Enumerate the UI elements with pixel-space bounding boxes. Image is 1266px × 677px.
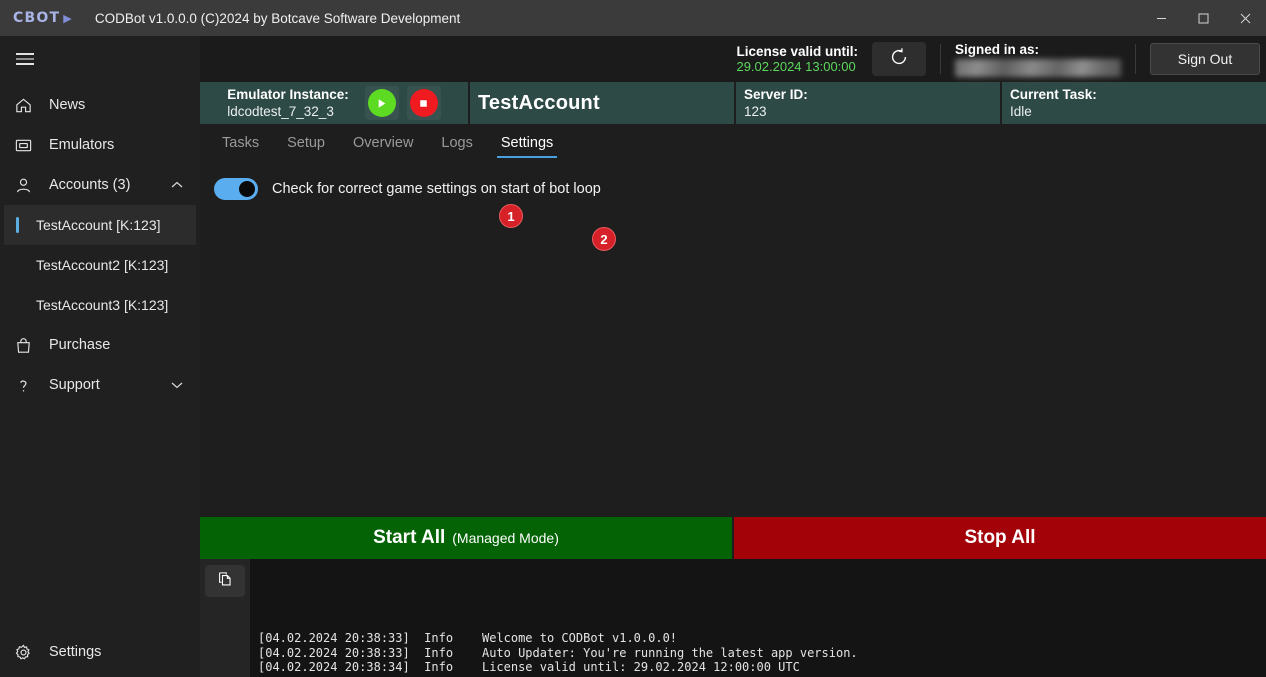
tab-bar: Tasks Setup Overview Logs Settings bbox=[200, 124, 1266, 156]
sign-out-button[interactable]: Sign Out bbox=[1150, 43, 1260, 75]
start-all-label: Start All bbox=[373, 527, 445, 549]
log-line: [04.02.2024 20:38:33] Info Auto Updater:… bbox=[258, 646, 1266, 661]
stop-instance-button[interactable] bbox=[407, 86, 441, 120]
setting-check-game-settings-row: Check for correct game settings on start… bbox=[200, 156, 1266, 200]
sidebar-item-label: Purchase bbox=[49, 337, 110, 353]
tab-overview[interactable]: Overview bbox=[339, 130, 427, 156]
tab-logs[interactable]: Logs bbox=[427, 130, 486, 156]
main-area: License valid until: 29.02.2024 13:00:00… bbox=[200, 36, 1266, 677]
emulator-label: Emulator Instance: bbox=[227, 87, 349, 103]
question-icon bbox=[14, 376, 42, 395]
current-task-panel: Current Task: Idle bbox=[1002, 82, 1266, 124]
sidebar-item-testaccount2[interactable]: TestAccount2 [K:123] bbox=[0, 245, 200, 285]
tab-setup[interactable]: Setup bbox=[273, 130, 339, 156]
chevron-down-icon bbox=[171, 377, 183, 393]
account-name: TestAccount bbox=[478, 92, 726, 115]
gear-icon bbox=[14, 643, 42, 662]
sidebar-item-label: News bbox=[49, 97, 85, 113]
copy-icon bbox=[216, 570, 234, 593]
signed-in-info: Signed in as: bbox=[955, 42, 1121, 77]
sidebar-item-label: Accounts (3) bbox=[49, 177, 130, 193]
emulator-value: ldcodtest_7_32_3 bbox=[227, 103, 349, 120]
selection-indicator bbox=[16, 217, 19, 233]
header-divider-2 bbox=[1135, 44, 1136, 74]
tab-tasks[interactable]: Tasks bbox=[208, 130, 273, 156]
stop-all-button[interactable]: Stop All bbox=[734, 517, 1266, 559]
license-value: 29.02.2024 13:00:00 bbox=[736, 59, 858, 75]
instance-controls bbox=[365, 86, 441, 120]
start-instance-button[interactable] bbox=[365, 86, 399, 120]
tab-settings[interactable]: Settings bbox=[487, 130, 567, 156]
sidebar-item-settings[interactable]: Settings bbox=[0, 632, 200, 672]
menu-toggle-button[interactable] bbox=[0, 36, 200, 82]
stop-icon bbox=[410, 89, 438, 117]
license-label: License valid until: bbox=[736, 44, 858, 59]
server-id-panel: Server ID: 123 bbox=[736, 82, 1000, 124]
maximize-button[interactable] bbox=[1182, 0, 1224, 36]
annotation-badge-2: 2 bbox=[592, 227, 616, 251]
start-all-mode-label: (Managed Mode) bbox=[452, 530, 559, 546]
sidebar-subitem-label: TestAccount [K:123] bbox=[36, 217, 161, 233]
toggle-knob bbox=[239, 181, 255, 197]
bag-icon bbox=[14, 336, 42, 355]
signed-in-label: Signed in as: bbox=[955, 42, 1121, 57]
sidebar-footer: Settings bbox=[0, 632, 200, 677]
close-button[interactable] bbox=[1224, 0, 1266, 36]
task-label: Current Task: bbox=[1010, 87, 1258, 103]
header-divider-1 bbox=[940, 44, 941, 74]
server-value: 123 bbox=[744, 103, 992, 120]
settings-panel: Check for correct game settings on start… bbox=[200, 156, 1266, 517]
check-game-settings-toggle[interactable] bbox=[214, 178, 258, 200]
task-value: Idle bbox=[1010, 103, 1258, 120]
global-action-bar: Start All (Managed Mode) Stop All bbox=[200, 517, 1266, 559]
window-title: CODBot v1.0.0.0 (C)2024 by Botcave Softw… bbox=[95, 11, 460, 26]
sidebar-item-accounts[interactable]: Accounts (3) bbox=[0, 165, 200, 205]
home-icon bbox=[14, 96, 42, 115]
chevron-up-icon bbox=[171, 177, 183, 193]
app-logo: CBOT ▶ bbox=[13, 10, 73, 26]
log-toolbar bbox=[200, 559, 250, 677]
sidebar-subitem-label: TestAccount3 [K:123] bbox=[36, 297, 168, 313]
sidebar-item-news[interactable]: News bbox=[0, 85, 200, 125]
start-all-button[interactable]: Start All (Managed Mode) bbox=[200, 517, 732, 559]
monitor-icon bbox=[14, 136, 42, 155]
play-icon bbox=[368, 89, 396, 117]
minimize-button[interactable] bbox=[1140, 0, 1182, 36]
sidebar-item-emulators[interactable]: Emulators bbox=[0, 125, 200, 165]
refresh-license-button[interactable] bbox=[872, 42, 926, 76]
sidebar-subitem-label: TestAccount2 [K:123] bbox=[36, 257, 168, 273]
server-label: Server ID: bbox=[744, 87, 992, 103]
logo-arrow-icon: ▶ bbox=[63, 13, 73, 24]
refresh-icon bbox=[888, 46, 910, 73]
app-window: CBOT ▶ CODBot v1.0.0.0 (C)2024 by Botcav… bbox=[0, 0, 1266, 677]
sidebar-item-testaccount[interactable]: TestAccount [K:123] bbox=[4, 205, 196, 245]
sidebar-item-purchase[interactable]: Purchase bbox=[0, 325, 200, 365]
instance-info-bar: Emulator Instance: ldcodtest_7_32_3 bbox=[200, 82, 1266, 124]
log-line: [04.02.2024 20:38:33] Info Welcome to CO… bbox=[258, 631, 1266, 646]
window-body: News Emulators bbox=[0, 36, 1266, 677]
annotation-badge-1: 1 bbox=[499, 204, 523, 228]
sidebar-item-label: Support bbox=[49, 377, 100, 393]
signed-in-email-redacted bbox=[955, 59, 1121, 77]
sidebar-nav: News Emulators bbox=[0, 82, 200, 632]
logo-text: CBOT bbox=[13, 10, 60, 26]
sidebar-item-support[interactable]: Support bbox=[0, 365, 200, 405]
copy-log-button[interactable] bbox=[205, 565, 245, 597]
hamburger-icon bbox=[16, 50, 34, 68]
log-panel: [04.02.2024 20:38:33] Info Welcome to CO… bbox=[200, 559, 1266, 677]
emulator-instance-panel: Emulator Instance: ldcodtest_7_32_3 bbox=[200, 82, 468, 124]
sidebar-item-label: Emulators bbox=[49, 137, 114, 153]
account-name-panel: TestAccount bbox=[470, 82, 734, 124]
sidebar-item-label: Settings bbox=[49, 644, 101, 660]
sidebar-item-testaccount3[interactable]: TestAccount3 [K:123] bbox=[0, 285, 200, 325]
license-info: License valid until: 29.02.2024 13:00:00 bbox=[736, 44, 872, 75]
sidebar: News Emulators bbox=[0, 36, 200, 677]
log-output[interactable]: [04.02.2024 20:38:33] Info Welcome to CO… bbox=[250, 559, 1266, 677]
log-line: [04.02.2024 20:38:34] Info License valid… bbox=[258, 660, 1266, 675]
person-icon bbox=[14, 176, 42, 195]
window-controls bbox=[1140, 0, 1266, 36]
account-header-bar: License valid until: 29.02.2024 13:00:00… bbox=[200, 36, 1266, 82]
check-game-settings-label: Check for correct game settings on start… bbox=[272, 181, 601, 197]
title-bar: CBOT ▶ CODBot v1.0.0.0 (C)2024 by Botcav… bbox=[0, 0, 1266, 36]
